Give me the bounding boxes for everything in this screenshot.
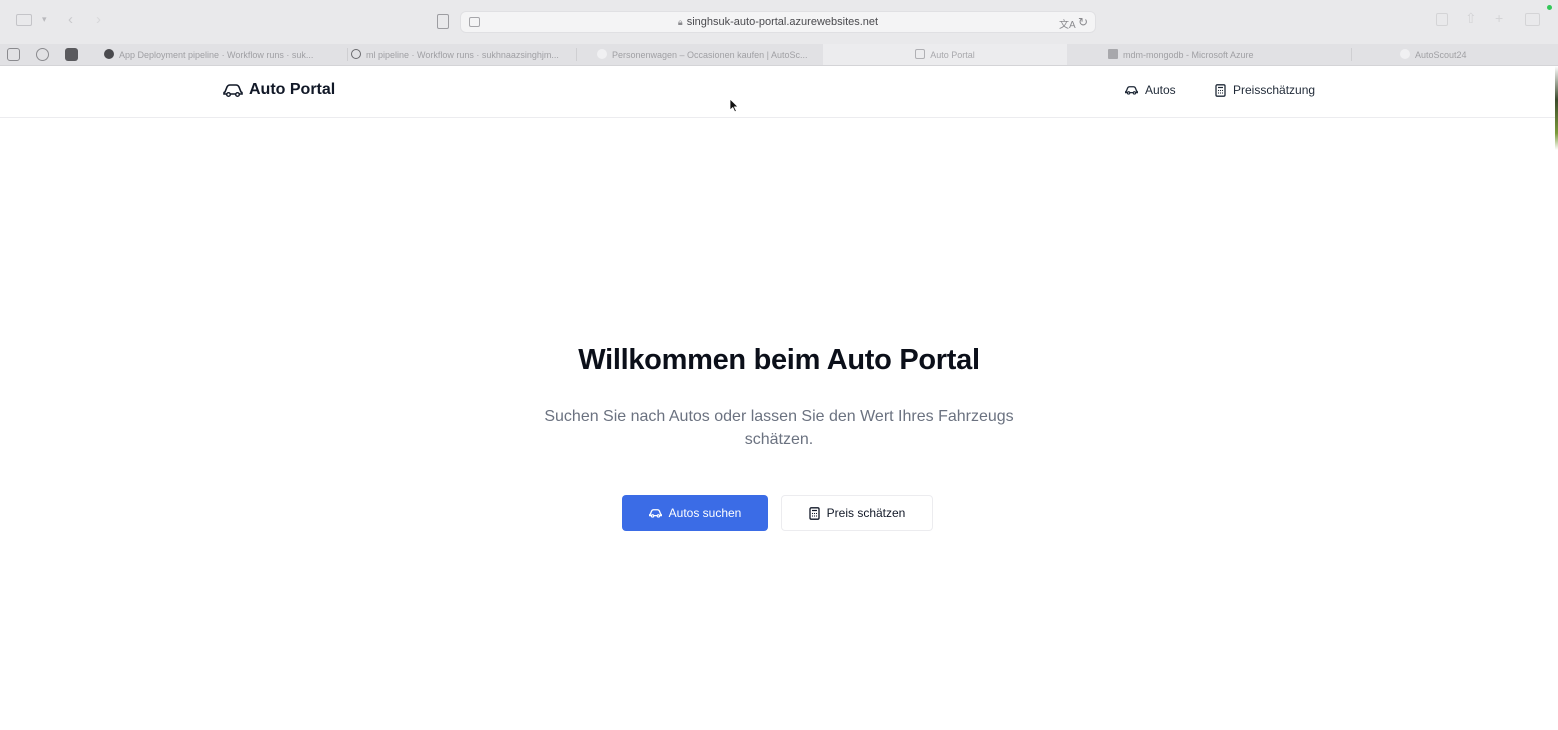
car-icon [648,509,662,518]
url-text: singhsuk-auto-portal.azurewebsites.net [686,16,879,28]
pinned-tab-icon[interactable] [36,48,49,61]
azure-icon [1108,49,1118,59]
page-icon[interactable] [437,14,449,29]
github-icon [104,49,114,59]
site-navbar: Auto Portal Autos Preisschätzung [0,66,1558,118]
browser-tab[interactable]: AutoScout24 [1400,44,1550,65]
reload-icon[interactable]: ↻ [1078,15,1088,29]
nav-preisschaetzung-link[interactable]: Preisschätzung [1215,83,1315,97]
autos-suchen-button[interactable]: Autos suchen [622,495,768,531]
new-tab-icon[interactable]: + [1495,11,1503,25]
forward-icon[interactable]: › [96,12,101,27]
preis-schaetzen-label: Preis schätzen [826,506,906,520]
recording-indicator [1547,5,1552,10]
mouse-cursor-icon [729,98,739,113]
address-bar[interactable]: 🔒︎ singhsuk-auto-portal.azurewebsites.net… [460,11,1096,33]
browser-tab[interactable]: mdm-mongodb - Microsoft Azure [1108,44,1352,65]
back-icon[interactable]: ‹ [68,12,73,27]
chevron-down-icon[interactable]: ▾ [42,15,47,24]
share-icon[interactable]: ⇧ [1465,11,1477,25]
browser-tab[interactable]: Personenwagen – Occasionen kaufen | Auto… [597,44,823,65]
pinned-tab-icon[interactable] [7,48,20,61]
car-icon [1125,86,1138,95]
preis-schaetzen-button[interactable]: Preis schätzen [781,495,933,531]
browser-tab[interactable]: ml pipeline · Workflow runs · sukhnaazsi… [351,44,577,65]
github-icon [351,49,361,59]
nav-autos-link[interactable]: Autos [1125,83,1176,97]
brand-name: Auto Portal [249,81,336,98]
auto-portal-icon [915,49,926,59]
tab-overview-icon[interactable] [1525,13,1540,26]
browser-tab-active[interactable]: Auto Portal [823,44,1067,65]
autos-suchen-label: Autos suchen [668,506,742,520]
hero-subtitle: Suchen Sie nach Autos oder lassen Sie de… [544,408,1014,448]
autoscout-icon [1400,49,1410,59]
calculator-icon [1215,83,1226,97]
download-icon[interactable] [1436,13,1448,26]
calculator-icon [808,506,820,520]
pinned-tab-icon[interactable] [65,48,78,61]
nav-preisschaetzung-label: Preisschätzung [1233,83,1316,97]
nav-autos-label: Autos [1145,83,1176,97]
brand-link[interactable]: Auto Portal [223,81,335,99]
translate-icon[interactable]: 文A [1059,16,1076,31]
lock-icon: 🔒︎ [677,17,683,27]
browser-toolbar: ▾ ‹ › 🔒︎ singhsuk-auto-portal.azurewebsit… [0,0,1558,44]
hero-title: Willkommen beim Auto Portal [578,344,980,376]
car-icon [223,84,243,97]
browser-tab[interactable]: App Deployment pipeline · Workflow runs … [104,44,348,65]
autoscout-icon [597,49,607,59]
url-display[interactable]: 🔒︎ singhsuk-auto-portal.azurewebsites.net [461,16,1095,28]
tab-bar: App Deployment pipeline · Workflow runs … [0,44,1558,66]
sidebar-toggle-icon[interactable] [16,14,32,26]
page: Auto Portal Autos Preisschätzung Willkom… [0,66,1558,730]
